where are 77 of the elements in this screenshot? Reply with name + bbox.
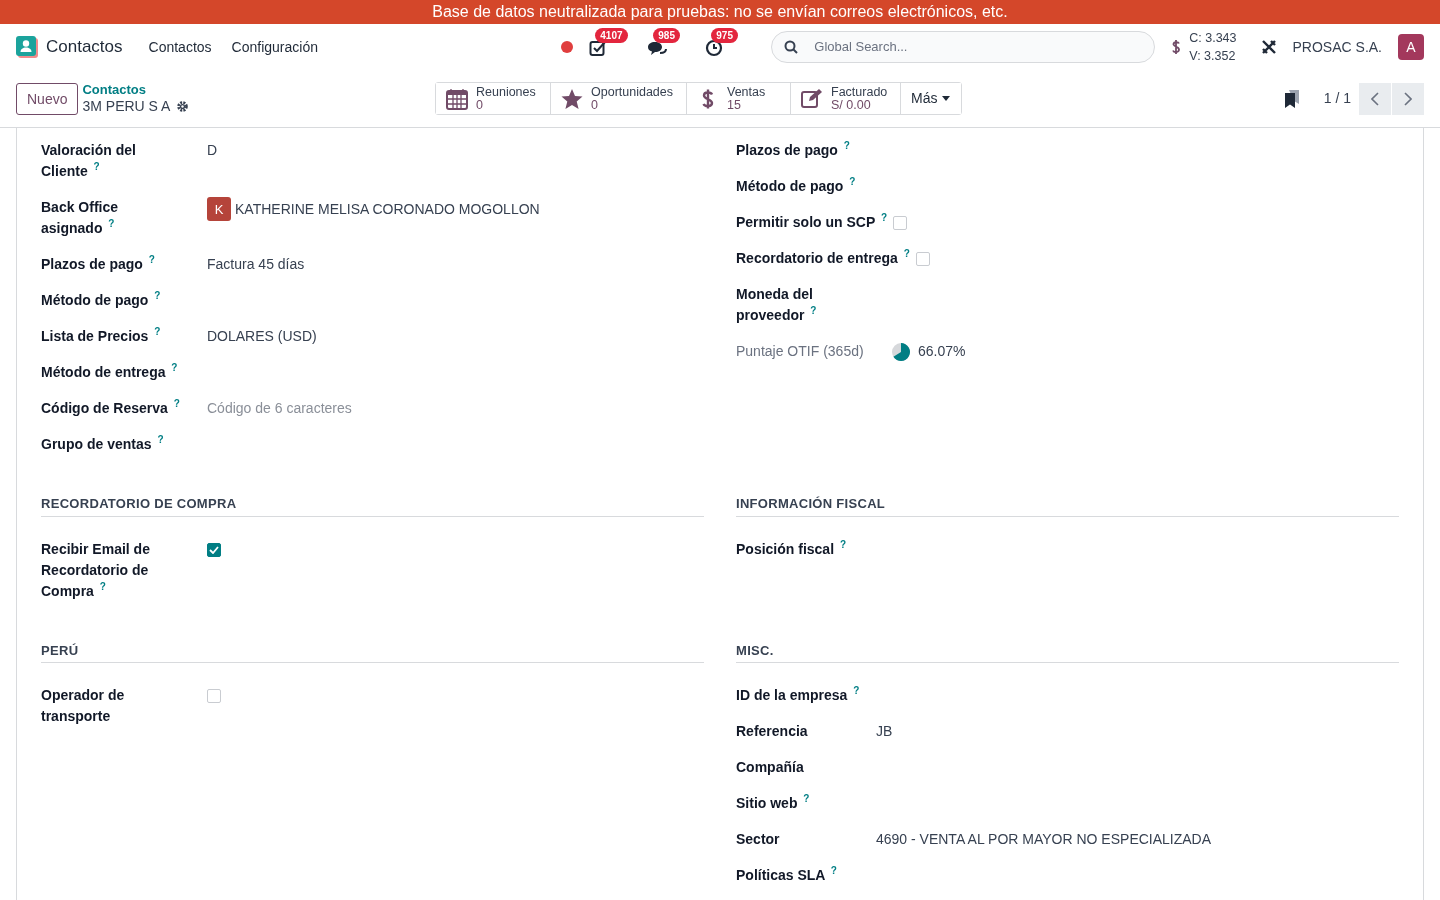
menu-item[interactable]: Configuración <box>221 36 328 58</box>
field-label: Plazos de pago $^{?}$ <box>736 140 851 160</box>
field-label: Políticas SLA $^{?}$ <box>736 865 838 885</box>
field-label: Sector <box>736 830 781 849</box>
edit-icon <box>801 87 823 110</box>
field-label: Operador de transporte <box>41 686 126 726</box>
field-label: Referencia <box>736 722 809 741</box>
field-value: 66.07% <box>918 342 966 361</box>
field-value: JB <box>876 722 893 741</box>
field-label: Método de entrega $^{?}$ <box>41 362 179 382</box>
user-avatar[interactable]: A <box>1398 34 1424 60</box>
stat-label: Ventas <box>727 85 766 99</box>
field-label: Compañía <box>736 758 805 777</box>
exchange-rate: C: 3.343 <box>1189 30 1237 47</box>
field-label: Posición fiscal $^{?}$ <box>736 538 848 559</box>
field-label: Método de pago $^{?}$ <box>736 176 857 196</box>
field-label: ID de la empresa $^{?}$ <box>736 685 861 705</box>
record-title: 3M PERU S A <box>82 98 171 115</box>
field-label: Recordatorio de entrega $^{?}$ <box>736 248 911 268</box>
field-value: Factura 45 días <box>207 255 305 274</box>
field-value: D <box>207 141 218 160</box>
field-value: 4690 - VENTA AL POR MAYOR NO ESPECIALIZADA <box>876 830 1212 849</box>
field-label: Grupo de ventas $^{?}$ <box>41 434 165 454</box>
field-label: Puntaje OTIF (365d) <box>736 342 865 361</box>
stat-value: 15 <box>727 98 742 112</box>
stat-value: S/ 0.00 <box>831 98 872 112</box>
field-label: Plazos de pago $^{?}$ <box>41 254 156 274</box>
field-label: Lista de Precios $^{?}$ <box>41 326 162 346</box>
user-avatar: K <box>207 197 231 221</box>
caret-icon <box>941 95 952 102</box>
stat-label: Facturado <box>831 85 888 99</box>
previous-button[interactable] <box>1359 82 1391 115</box>
new-button[interactable]: Nuevo <box>16 82 79 115</box>
field-label: Permitir solo un SCP $^{?}$ <box>736 212 888 232</box>
field-label: Valoración del Cliente $^{?}$ <box>41 141 137 181</box>
stat-value: 0 <box>476 98 484 112</box>
dollar-icon <box>1171 39 1182 55</box>
section-heading: RECORDATORIO DE COMPRA <box>41 494 704 517</box>
calendar-icon <box>446 87 468 110</box>
app-logo-icon[interactable] <box>16 36 38 58</box>
menu-item[interactable]: Contactos <box>138 36 222 58</box>
app-name[interactable]: Contactos <box>46 34 123 60</box>
field-label: Recibir Email de Recordatorio de Compra $^{?}$ <box>41 539 151 601</box>
section-heading: PERÚ <box>41 640 704 663</box>
bookmark-icon[interactable] <box>1283 89 1300 108</box>
field-label: Método de pago $^{?}$ <box>41 290 162 310</box>
section-heading: INFORMACIÓN FISCAL <box>736 494 1399 517</box>
chevron-left-icon <box>1371 91 1379 106</box>
chevron-right-icon <box>1404 91 1412 106</box>
record-dot[interactable] <box>561 41 574 53</box>
star-icon <box>561 87 583 110</box>
stat-button[interactable]: Reuniones 0 <box>436 83 551 114</box>
field-value: KATHERINE MELISA CORONADO MOGOLLON <box>235 199 540 219</box>
field-label: Back Office asignado $^{?}$ <box>41 198 120 238</box>
count-badge: 985 <box>653 28 680 43</box>
test-banner: Base de datos neutralizada para pruebas: no se envían correos electrónicos, etc. <box>0 0 1440 24</box>
count-badge: 4107 <box>595 28 628 43</box>
search-field[interactable]: Global Search... <box>812 36 1143 58</box>
checkbox[interactable] <box>207 542 221 557</box>
field-label: Código de Reserva $^{?}$ <box>41 398 181 418</box>
count-badge: 975 <box>711 28 738 43</box>
tools-icon[interactable] <box>1260 39 1277 55</box>
stat-label: Oportunidades <box>591 85 673 99</box>
exchange-rate: V: 3.352 <box>1189 48 1237 65</box>
search-icon <box>784 40 799 54</box>
field-label: Sitio web $^{?}$ <box>736 793 811 813</box>
stat-label: Reuniones <box>476 85 536 99</box>
breadcrumb-link[interactable]: Contactos <box>82 82 190 98</box>
company-name[interactable]: PROSAC S.A. <box>1292 36 1382 58</box>
settings-icon[interactable] <box>176 100 190 113</box>
section-heading: MISC. <box>736 640 1399 663</box>
next-button[interactable] <box>1392 82 1424 115</box>
field-label: Moneda del proveedor $^{?}$ <box>736 285 818 325</box>
field-value: DOLARES (USD) <box>207 327 317 346</box>
stat-value: 0 <box>591 98 598 112</box>
search-box[interactable]: Global Search... <box>771 31 1156 63</box>
pager-value[interactable]: 1 / 1 <box>1323 88 1351 109</box>
